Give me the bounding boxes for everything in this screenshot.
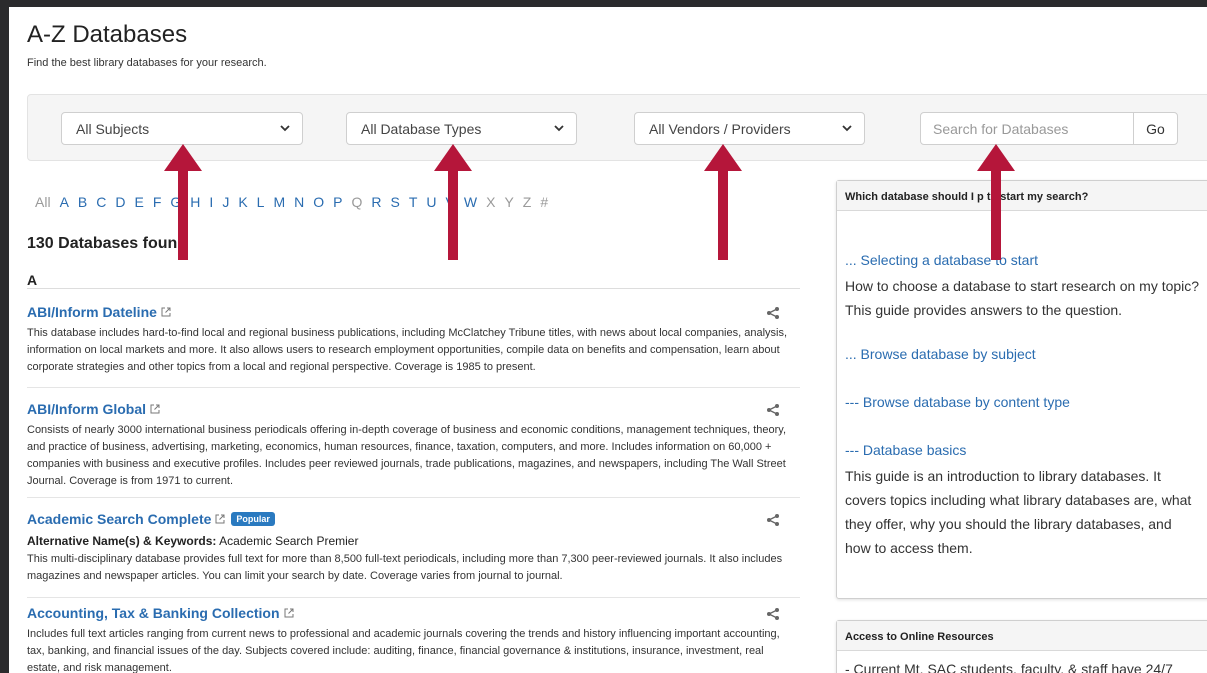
- alpha-letter-f[interactable]: F: [153, 194, 162, 210]
- external-link-icon: [161, 307, 171, 317]
- panel-text: - Current Mt. SAC students, faculty, & s…: [845, 661, 1173, 673]
- database-basics-link[interactable]: --- Database basics: [845, 442, 966, 458]
- letter-heading: A: [27, 272, 38, 288]
- database-link[interactable]: Academic Search Complete: [27, 511, 211, 527]
- alpha-letter-p[interactable]: P: [333, 194, 342, 210]
- alpha-letter-l[interactable]: L: [257, 194, 265, 210]
- search-input[interactable]: [920, 112, 1134, 145]
- divider: [27, 387, 800, 388]
- alpha-letter-t[interactable]: T: [409, 194, 418, 210]
- share-icon[interactable]: [766, 513, 780, 527]
- alpha-letter-q: Q: [351, 194, 363, 210]
- results-count: 130 Databases foun: [27, 235, 178, 252]
- alpha-letter-c[interactable]: C: [96, 194, 106, 210]
- database-description: This multi-disciplinary database provide…: [27, 553, 783, 582]
- arrow-up-icon: [977, 144, 1015, 260]
- database-item: ABI/Inform Global Consists of nearly 300…: [27, 401, 800, 490]
- alphabet-nav: AllABCDEFGHIJKLMNOPQRSTUVWXYZ#: [35, 194, 557, 210]
- page-title: A-Z Databases: [27, 21, 188, 48]
- alpha-letter-i[interactable]: I: [209, 194, 213, 210]
- database-link[interactable]: ABI/Inform Global: [27, 401, 146, 417]
- share-icon[interactable]: [766, 607, 780, 621]
- database-link[interactable]: Accounting, Tax & Banking Collection: [27, 605, 280, 621]
- database-types-select[interactable]: All Database Types: [346, 112, 577, 145]
- subjects-select-value: All Subjects: [76, 121, 150, 137]
- database-picker-panel: Which database should I p to start my se…: [836, 180, 1207, 599]
- database-item: Accounting, Tax & Banking Collection Inc…: [27, 605, 800, 673]
- go-button[interactable]: Go: [1133, 112, 1178, 145]
- alpha-letter-all: All: [35, 194, 51, 210]
- page-subtitle: Find the best library databases for your…: [27, 57, 267, 69]
- database-types-select-value: All Database Types: [361, 121, 482, 137]
- alpha-letter-z: Z: [522, 194, 532, 210]
- online-access-panel: Access to Online Resources - Current Mt.…: [836, 620, 1207, 673]
- alpha-letter-y: Y: [504, 194, 514, 210]
- alpha-letter-hash: #: [540, 194, 549, 210]
- divider: [27, 288, 800, 289]
- alpha-letter-k[interactable]: K: [238, 194, 247, 210]
- database-link[interactable]: ABI/Inform Dateline: [27, 304, 157, 320]
- database-item: Academic Search Complete Popular Alternat…: [27, 511, 800, 585]
- alpha-letter-o[interactable]: O: [313, 194, 324, 210]
- external-link-icon: [284, 608, 294, 618]
- alpha-letter-x: X: [486, 194, 496, 210]
- share-icon[interactable]: [766, 403, 780, 417]
- arrow-up-icon: [164, 144, 202, 260]
- alternative-names-label: Alternative Name(s) & Keywords:: [27, 534, 217, 548]
- alpha-letter-e[interactable]: E: [135, 194, 144, 210]
- vendors-select-value: All Vendors / Providers: [649, 121, 791, 137]
- alpha-letter-b[interactable]: B: [78, 194, 87, 210]
- page: A-Z Databases Find the best library data…: [9, 7, 1207, 673]
- panel-text: This guide is an introduction to library…: [845, 468, 1192, 556]
- alpha-letter-a[interactable]: A: [60, 194, 69, 210]
- alpha-letter-d[interactable]: D: [115, 194, 125, 210]
- arrow-up-icon: [704, 144, 742, 260]
- popular-badge: Popular: [231, 512, 275, 526]
- browse-by-subject-link[interactable]: ... Browse database by subject: [845, 346, 1036, 362]
- database-description: Consists of nearly 3000 international bu…: [27, 424, 787, 487]
- alpha-letter-r[interactable]: R: [371, 194, 381, 210]
- alpha-letter-m[interactable]: M: [273, 194, 285, 210]
- alternative-names: Alternative Name(s) & Keywords: Academic…: [27, 534, 800, 548]
- browse-by-content-type-link[interactable]: --- Browse database by content type: [845, 394, 1070, 410]
- search-group: Go: [920, 112, 1178, 145]
- database-item: ABI/Inform Dateline This database includ…: [27, 304, 800, 376]
- panel-heading: Which database should I p to start my se…: [837, 181, 1207, 211]
- alpha-letter-n[interactable]: N: [294, 194, 304, 210]
- filter-bar: All Subjects All Database Types All Vend…: [27, 94, 1207, 161]
- alpha-letter-s[interactable]: S: [391, 194, 400, 210]
- divider: [27, 497, 800, 498]
- database-description: This database includes hard-to-find loca…: [27, 327, 788, 373]
- panel-text: How to choose a database to start resear…: [845, 278, 1200, 318]
- share-icon[interactable]: [766, 306, 780, 320]
- chevron-down-icon: [280, 125, 290, 132]
- panel-heading: Access to Online Resources: [837, 621, 1207, 651]
- panel-body: - Current Mt. SAC students, faculty, & s…: [837, 657, 1207, 673]
- chevron-down-icon: [842, 125, 852, 132]
- alternative-names-value: Academic Search Premier: [219, 534, 359, 548]
- subjects-select[interactable]: All Subjects: [61, 112, 303, 145]
- alpha-letter-j[interactable]: J: [222, 194, 229, 210]
- panel-body: ... Selecting a database to start How to…: [837, 248, 1207, 560]
- arrow-up-icon: [434, 144, 472, 260]
- external-link-icon: [215, 514, 225, 524]
- divider: [27, 597, 800, 598]
- external-link-icon: [150, 404, 160, 414]
- vendors-select[interactable]: All Vendors / Providers: [634, 112, 865, 145]
- chevron-down-icon: [554, 125, 564, 132]
- database-description: Includes full text articles ranging from…: [27, 628, 780, 673]
